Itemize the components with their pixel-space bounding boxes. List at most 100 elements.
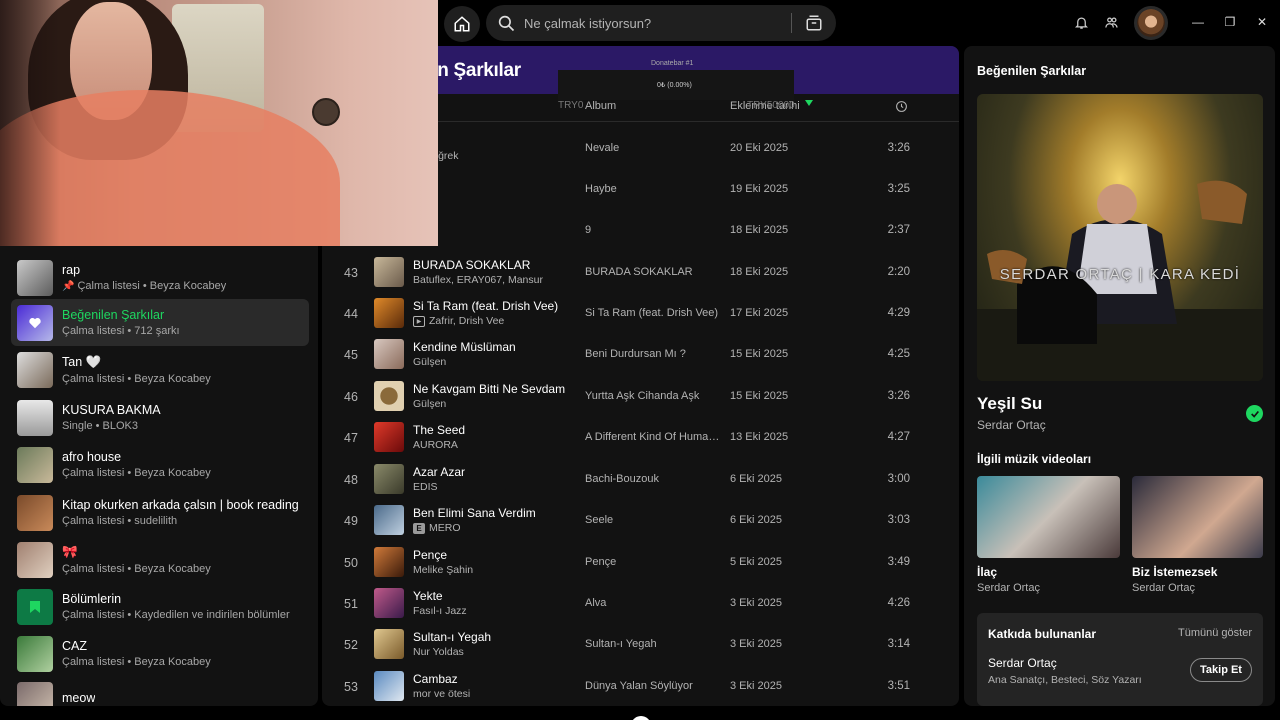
library-item[interactable]: Tan 🤍 Çalma listesi • Beyza Kocabey	[11, 346, 309, 393]
track-title[interactable]: Si Ta Ram (feat. Drish Vee)	[413, 299, 558, 313]
track-album[interactable]: Sultan-ı Yegah	[585, 638, 720, 650]
library-item[interactable]: afro house Çalma listesi • Beyza Kocabey	[11, 441, 309, 488]
credit-name[interactable]: Serdar Ortaç	[988, 656, 1057, 670]
library-item[interactable]: meow	[11, 676, 309, 706]
track-artist[interactable]: MERO	[429, 522, 461, 534]
track-row[interactable]: 48 Azar Azar EDIS Bachi-Bouzouk 6 Eki 20…	[322, 460, 959, 501]
track-title[interactable]: Cambaz	[413, 672, 458, 686]
track-row[interactable]: 43 BURADA SOKAKLAR Batuflex, ERAY067, Ma…	[322, 253, 959, 294]
track-artist[interactable]: Gülşen	[413, 356, 446, 368]
track-row[interactable]: 45 Kendine Müslüman Gülşen Beni Durdursa…	[322, 335, 959, 376]
track-row[interactable]: 51 Yekte Fasıl-ı Jazz Alva 3 Eki 2025 4:…	[322, 584, 959, 625]
library-item[interactable]: CAZ Çalma listesi • Beyza Kocabey	[11, 630, 309, 677]
track-album[interactable]: Bachi-Bouzouk	[585, 473, 720, 485]
track-album[interactable]: Pençe	[585, 556, 720, 568]
bell-icon[interactable]	[1071, 12, 1091, 32]
page-title: en Şarkılar	[427, 60, 521, 81]
track-duration: 3:26	[887, 142, 910, 154]
library-item[interactable]: Kitap okurken arkada çalsın | book readi…	[11, 489, 309, 536]
added-check-icon[interactable]	[1246, 405, 1263, 422]
minimize-icon[interactable]: —	[1190, 14, 1206, 30]
track-artist[interactable]: Batuflex, ERAY067, Mansur	[413, 274, 543, 286]
column-album[interactable]: Album	[585, 100, 616, 112]
track-album[interactable]: 9	[585, 224, 720, 236]
friends-activity-icon[interactable]	[1101, 12, 1121, 32]
close-icon[interactable]: ✕	[1254, 14, 1270, 30]
track-row[interactable]: 52 Sultan-ı Yegah Nur Yoldas Sultan-ı Ye…	[322, 625, 959, 666]
track-album[interactable]: Yurtta Aşk Cihanda Aşk	[585, 390, 720, 402]
track-artist[interactable]: AURORA	[413, 439, 458, 451]
video-title[interactable]: İlaç	[977, 565, 997, 579]
track-title[interactable]: Ne Kavgam Bitti Ne Sevdam	[413, 382, 565, 396]
track-title[interactable]: Yekte	[413, 589, 443, 603]
show-all-link[interactable]: Tümünü göster	[1178, 627, 1252, 639]
now-playing-context-title[interactable]: Beğenilen Şarkılar	[977, 64, 1086, 78]
avatar[interactable]	[1134, 6, 1168, 40]
track-artist[interactable]: mor ve ötesi	[413, 688, 470, 700]
track-artist[interactable]: EDIS	[413, 481, 438, 493]
track-album[interactable]: Seele	[585, 514, 720, 526]
video-thumbnail[interactable]	[977, 476, 1120, 558]
now-playing-panel: Beğenilen Şarkılar SERDAR ORTAÇ | KARA K…	[964, 46, 1275, 706]
track-album[interactable]: Alva	[585, 597, 720, 609]
track-row[interactable]: 49 Ben Elimi Sana Verdim E MERO Seele 6 E…	[322, 501, 959, 542]
library-item-title: afro house	[62, 450, 122, 464]
track-artist[interactable]: Fasıl-ı Jazz	[413, 605, 467, 617]
track-album[interactable]: BURADA SOKAKLAR	[585, 266, 720, 278]
track-title[interactable]: BURADA SOKAKLAR	[413, 258, 530, 272]
library-item-liked-songs[interactable]: Beğenilen Şarkılar Çalma listesi • 712 ş…	[11, 299, 309, 346]
track-album[interactable]: Si Ta Ram (feat. Drish Vee)	[585, 307, 720, 319]
track-artist[interactable]: Gülşen	[413, 398, 446, 410]
follow-button[interactable]: Takip Et	[1190, 658, 1252, 682]
track-artist[interactable]: Nur Yoldas	[413, 646, 464, 658]
track-duration: 4:29	[887, 307, 910, 319]
search-bar[interactable]: Ne çalmak istiyorsun?	[486, 5, 836, 41]
track-row[interactable]: 50 Pençe Melike Şahin Pençe 5 Eki 2025 3…	[322, 543, 959, 584]
donation-label: Donatebar #1	[651, 60, 694, 67]
track-date-added: 15 Eki 2025	[730, 390, 789, 402]
track-title[interactable]: Sultan-ı Yegah	[413, 630, 491, 644]
track-duration: 4:26	[887, 597, 910, 609]
track-album[interactable]: Haybe	[585, 183, 720, 195]
bookmark-icon	[30, 600, 40, 613]
track-row[interactable]: 47 The Seed AURORA A Different Kind Of H…	[322, 418, 959, 459]
video-title[interactable]: Biz İstemezsek	[1132, 565, 1217, 579]
track-row[interactable]: 53 Cambaz mor ve ötesi Dünya Yalan Söylü…	[322, 667, 959, 706]
track-row[interactable]: 46 Ne Kavgam Bitti Ne Sevdam Gülşen Yurt…	[322, 377, 959, 418]
sort-descending-icon[interactable]	[805, 100, 813, 106]
track-title[interactable]: Kendine Müslüman	[413, 340, 516, 354]
credits-card: Katkıda bulunanlar Tümünü göster Serdar …	[977, 613, 1263, 706]
library-item[interactable]: rap 📌 Çalma listesi • Beyza Kocabey	[11, 254, 309, 301]
library-item-title: CAZ	[62, 639, 87, 653]
search-input[interactable]: Ne çalmak istiyorsun?	[524, 16, 791, 31]
library-item[interactable]: 🎀 Çalma listesi • Beyza Kocabey	[11, 536, 309, 583]
track-duration: 2:37	[887, 224, 910, 236]
home-button[interactable]	[444, 6, 480, 42]
track-album[interactable]: Beni Durdursan Mı ?	[585, 348, 720, 360]
library-item[interactable]: KUSURA BAKMA Single • BLOK3	[11, 394, 309, 441]
browse-button[interactable]	[798, 7, 830, 39]
track-duration: 3:51	[887, 680, 910, 692]
now-playing-artist[interactable]: Serdar Ortaç	[977, 418, 1046, 432]
track-title[interactable]: The Seed	[413, 423, 465, 437]
track-title[interactable]: Azar Azar	[413, 465, 465, 479]
video-artist[interactable]: Serdar Ortaç	[1132, 582, 1195, 594]
playlist-cover	[17, 494, 53, 531]
library-item-episodes[interactable]: Bölümlerin Çalma listesi • Kaydedilen ve…	[11, 583, 309, 630]
track-title[interactable]: Pençe	[413, 548, 447, 562]
track-artist[interactable]: Melike Şahin	[413, 564, 473, 576]
library-item-subtitle: Çalma listesi • Beyza Kocabey	[62, 467, 211, 479]
library-item-subtitle: Çalma listesi • Beyza Kocabey	[62, 372, 211, 385]
album-cover: SERDAR ORTAÇ | KARA KEDİ	[977, 94, 1263, 381]
track-title[interactable]: Ben Elimi Sana Verdim	[413, 506, 536, 520]
video-thumbnail[interactable]	[1132, 476, 1263, 558]
track-album[interactable]: Dünya Yalan Söylüyor	[585, 680, 720, 692]
track-album[interactable]: Nevale	[585, 142, 720, 154]
video-artist[interactable]: Serdar Ortaç	[977, 582, 1040, 594]
track-artist[interactable]: Zafrir, Drish Vee	[429, 315, 504, 327]
restore-icon[interactable]: ❐	[1222, 14, 1238, 30]
track-album[interactable]: A Different Kind Of Human...	[585, 431, 720, 443]
now-playing-title[interactable]: Yeşil Su	[977, 394, 1042, 414]
track-number: 44	[344, 307, 358, 321]
track-row[interactable]: 44 Si Ta Ram (feat. Drish Vee) ▶ Zafrir, …	[322, 294, 959, 335]
